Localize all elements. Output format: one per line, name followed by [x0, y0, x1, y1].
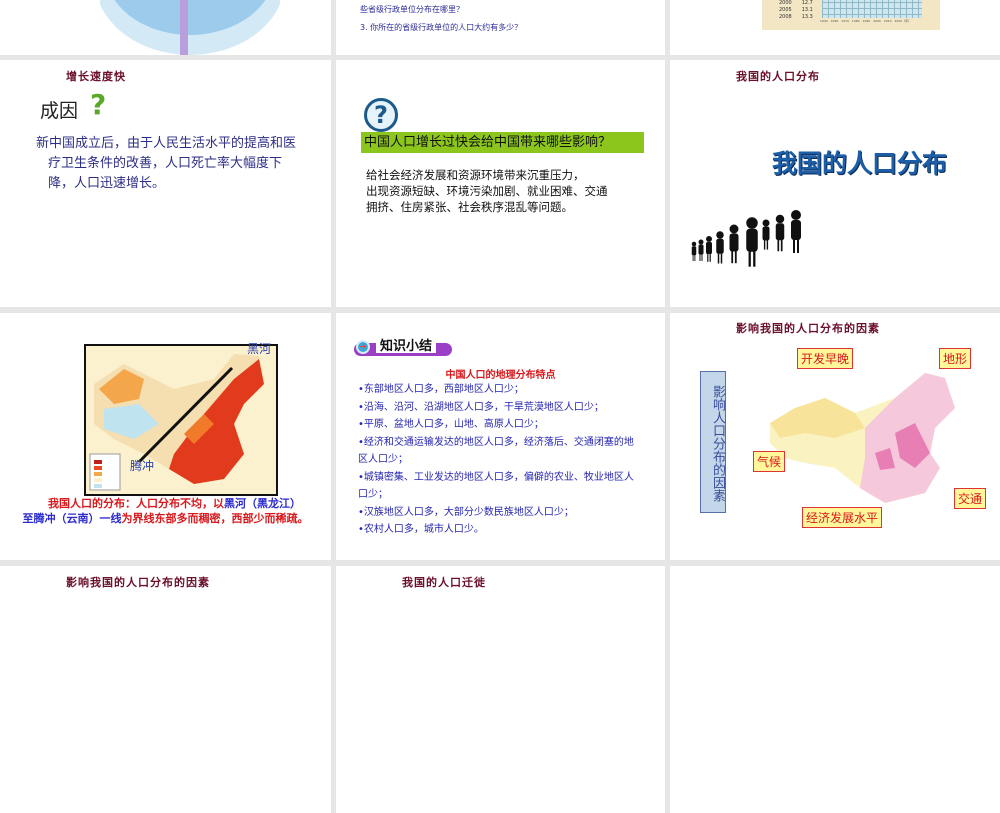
- tick: 1960: [830, 19, 839, 23]
- tick: 1980: [851, 19, 860, 23]
- slide-map[interactable]: 黑河 腾冲 我国人口的分布：人口分布不均，以黑河（黑龙江） 至腾冲（云南）一线为…: [0, 313, 331, 560]
- body-text: 新中国成立后，由于人民生活水平的提高和医疗卫生条件的改善，人口死亡率大幅度下降，…: [36, 136, 297, 191]
- slide-summary[interactable]: ➔ 知识小结 中国人口的地理分布特点 •东部地区人口多，西部地区人口少； •沿海…: [336, 313, 665, 560]
- answer-line: 给社会经济发展和资源环境带来沉重压力，: [366, 168, 585, 182]
- population-chart-image: 2000 12.7 2005 13.1 2008 13.3 1949 1960 1970 1…: [762, 0, 940, 30]
- slide-thumb[interactable]: 2000 12.7 2005 13.1 2008 13.3 1949 1960 1970 1…: [670, 0, 1000, 55]
- slide-factors[interactable]: 影响我国的人口分布的因素 影响人口分布的因素 开发早晚 地形 气候 交通 经济发…: [670, 313, 1000, 560]
- list-item: •城镇密集、工业发达的地区人口多，偏僻的农业、牧业地区人口少；: [358, 471, 634, 501]
- tick: 1949: [820, 19, 828, 23]
- pie-graphic: [100, 0, 280, 55]
- table-cell: 13.1: [801, 7, 813, 13]
- list-item: •平原、盆地人口多，山地、高原人口少；: [358, 419, 544, 430]
- tag-jiaotong: 交通: [954, 488, 987, 509]
- big-title: 我国的人口分布: [772, 149, 948, 178]
- population-density-map: [84, 344, 278, 496]
- text-line: 3. 你所在的省级行政单位的人口大约有多少？: [360, 23, 523, 32]
- people-silhouettes-image: [691, 210, 801, 267]
- tick: 2000: [873, 19, 881, 23]
- slide-title: 我国的人口迁徙: [402, 576, 486, 589]
- question-mark-icon: ?: [90, 88, 107, 121]
- china-population-map: [770, 373, 955, 503]
- tick: 1990: [862, 19, 871, 23]
- question-banner: 中国人口增长过快会给中国带来哪些影响？: [361, 132, 644, 153]
- slide-thumb[interactable]: 影响我国的人口分布的因素: [0, 566, 331, 813]
- list-item: •经济和交通运输发达的地区人口多，经济落后、交通闭塞的地区人口少；: [358, 436, 634, 466]
- side-label: 影响人口分布的因素: [700, 371, 726, 513]
- list-item: •东部地区人口多，西部地区人口少；: [358, 384, 524, 395]
- slide-title: 我国的人口分布: [736, 70, 820, 83]
- tick: 2020（年）: [894, 19, 912, 23]
- table-cell: 13.3: [801, 14, 813, 20]
- label-heihe: 黑河: [247, 342, 272, 356]
- text-line: 些省级行政单位分布在哪里？: [360, 5, 464, 14]
- summary-heading: 中国人口的地理分布特点: [445, 370, 556, 381]
- caption: 我国人口的分布：人口分布不均，以黑河（黑龙江） 至腾冲（云南）一线为界线东部多而…: [0, 496, 331, 526]
- question-icon: ?: [364, 98, 398, 132]
- tag-jingji: 经济发展水平: [802, 507, 883, 528]
- tag-dixing: 地形: [939, 348, 972, 369]
- slide-title: 影响我国的人口分布的因素: [736, 322, 880, 335]
- slide-growth[interactable]: 增长速度快 成因 ? 新中国成立后，由于人民生活水平的提高和医疗卫生条件的改善，…: [0, 60, 331, 307]
- summary-badge: 知识小结: [376, 335, 437, 354]
- answer-line: 出现资源短缺、环境污染加剧、就业困难、交通: [366, 184, 608, 198]
- population-table: 2000 12.7 2005 13.1 2008 13.3: [774, 0, 818, 21]
- tag-qihou: 气候: [753, 451, 786, 472]
- slide-thumb[interactable]: 些省级行政单位分布在哪里？ 3. 你所在的省级行政单位的人口大约有多少？: [336, 0, 665, 55]
- tick: 1970: [841, 19, 849, 23]
- list-item: •沿海、沿河、沿湖地区人口多，干旱荒漠地区人口少；: [358, 401, 604, 413]
- slide-impact[interactable]: ? 中国人口增长过快会给中国带来哪些影响？ 给社会经济发展和资源环境带来沉重压力…: [336, 60, 665, 307]
- slide-title: 影响我国的人口分布的因素: [66, 576, 210, 589]
- caption-text: 黑河（黑龙江）: [224, 497, 301, 510]
- arrow-icon: ➔: [356, 340, 370, 354]
- list-item: •农村人口多，城市人口少。: [358, 524, 484, 535]
- table-cell: 2000: [779, 0, 792, 6]
- table-cell: 2008: [779, 14, 792, 20]
- slide-title: 增长速度快: [66, 70, 126, 83]
- table-cell: 2005: [779, 7, 792, 13]
- tag-kaifa: 开发早晚: [797, 348, 854, 369]
- heading: 成因: [40, 100, 79, 122]
- table-cell: 12.7: [801, 0, 813, 6]
- list-item: •汉族地区人口多，大部分少数民族地区人口少；: [358, 506, 574, 518]
- tick: 2010: [883, 19, 892, 23]
- caption-text: 我国人口的分布：人口分布不均，以: [48, 497, 224, 510]
- label-tengchong: 腾冲: [130, 459, 155, 473]
- slide-thumb[interactable]: [0, 0, 331, 55]
- answer-line: 拥挤、住房紧张、社会秩序混乱等问题。: [366, 200, 573, 214]
- slide-thumb[interactable]: [670, 566, 1000, 813]
- chart-grid: [822, 0, 922, 18]
- caption-text: 为界线东部多而稠密，西部少而稀疏。: [121, 512, 309, 525]
- slide-thumb[interactable]: 我国的人口迁徙: [336, 566, 665, 813]
- caption-text: 至腾冲（云南）一线: [22, 512, 122, 525]
- slide-distribution[interactable]: 我国的人口分布 我国的人口分布: [670, 60, 1000, 307]
